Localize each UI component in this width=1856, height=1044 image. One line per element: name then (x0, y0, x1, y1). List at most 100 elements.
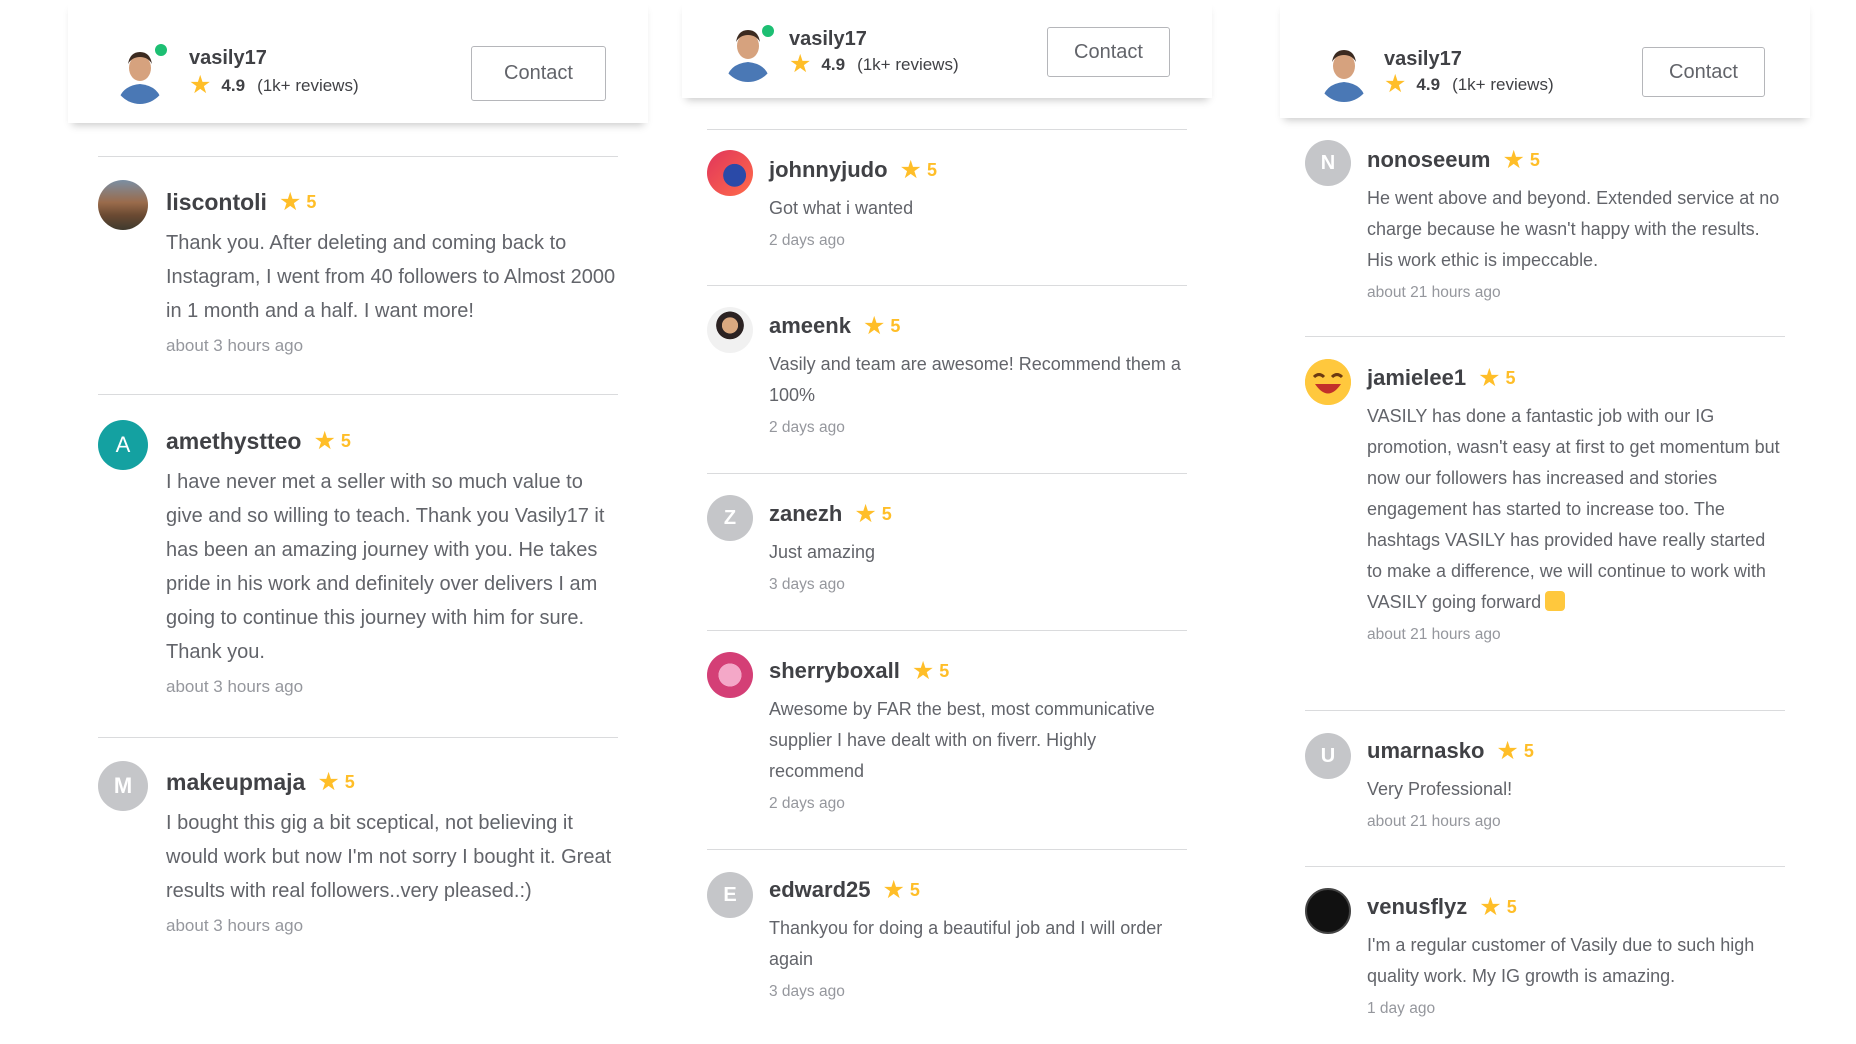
review-body: ameenk ★ 5 Vasily and team are awesome! … (769, 313, 1187, 437)
reviewer-avatar[interactable] (98, 180, 148, 230)
reviewer-avatar[interactable] (707, 652, 753, 698)
star-icon: ★ (313, 427, 336, 455)
contact-button[interactable]: Contact (471, 46, 606, 101)
review-body: amethystteo ★ 5 I have never met a selle… (166, 428, 618, 697)
review-text: Awesome by FAR the best, most communicat… (769, 699, 1155, 781)
review-time: about 3 hours ago (166, 677, 304, 696)
review-time: 2 days ago (769, 795, 845, 812)
seller-rating: ★ 4.9 (1k+ reviews) (1384, 72, 1554, 97)
review-count[interactable]: (1k+ reviews) (857, 55, 959, 75)
reviewer-name[interactable]: johnnyjudo (769, 157, 888, 183)
review-item: liscontoli ★ 5 Thank you. After deleting… (98, 156, 618, 395)
reviewer-name[interactable]: umarnasko (1367, 738, 1484, 764)
reviewer-avatar[interactable]: U (1305, 733, 1351, 779)
avatar-letter: E (723, 883, 737, 906)
review-item: N nonoseeum ★ 5 He went above and beyond… (1305, 118, 1785, 336)
star-icon: ★ (189, 71, 212, 99)
reviewer-avatar[interactable] (707, 307, 753, 353)
review-panel-1: vasily17 ★ 4.9 (1k+ reviews) Contact lis… (68, 0, 648, 1044)
review-body: liscontoli ★ 5 Thank you. After deleting… (166, 189, 618, 356)
review-text: I have never met a seller with so much v… (166, 471, 605, 663)
review-panel-3: vasily17 ★ 4.9 (1k+ reviews) Contact N n… (1280, 0, 1810, 1044)
review-time: 3 days ago (769, 983, 845, 1000)
seller-header: vasily17 ★ 4.9 (1k+ reviews) Contact (68, 0, 648, 123)
review-time: 2 days ago (769, 232, 845, 249)
avatar-letter: N (1320, 151, 1336, 174)
review-item: M makeupmaja ★ 5 I bought this gig a bit… (98, 737, 618, 1008)
star-icon: ★ (862, 311, 886, 340)
review-item: A amethystteo ★ 5 I have never met a sel… (98, 394, 618, 738)
review-count[interactable]: (1k+ reviews) (1452, 75, 1554, 95)
review-count[interactable]: (1k+ reviews) (257, 76, 359, 96)
contact-button[interactable]: Contact (1642, 47, 1765, 97)
reviewer-avatar[interactable] (707, 150, 753, 196)
review-text: I'm a regular customer of Vasily due to … (1367, 935, 1755, 986)
seller-rating: ★ 4.9 (1k+ reviews) (789, 52, 959, 77)
seller-name[interactable]: vasily17 (1384, 48, 1462, 71)
review-body: jamielee1 ★ 5 VASILY has done a fantasti… (1367, 365, 1785, 644)
review-body: edward25 ★ 5 Thankyou for doing a beauti… (769, 877, 1187, 1001)
seller-header: vasily17 ★ 4.9 (1k+ reviews) Contact (1280, 0, 1810, 118)
reviewer-name[interactable]: sherryboxall (769, 658, 900, 684)
online-status-icon (153, 42, 169, 58)
reviewer-name[interactable]: liscontoli (166, 189, 267, 216)
star-icon: ★ (1478, 363, 1501, 392)
review-item: johnnyjudo ★ 5 Got what i wanted 2 days … (707, 129, 1187, 286)
reviewer-avatar[interactable]: A (98, 420, 148, 470)
thumbs-up-emoji (1545, 591, 1566, 611)
review-text: Very Professional! (1367, 779, 1513, 799)
contact-button[interactable]: Contact (1047, 27, 1170, 77)
review-time: 1 day ago (1367, 1000, 1436, 1017)
review-body: makeupmaja ★ 5 I bought this gig a bit s… (166, 769, 618, 936)
review-body: johnnyjudo ★ 5 Got what i wanted 2 days … (769, 157, 1187, 250)
star-icon: ★ (789, 50, 812, 78)
review-stars: 5 (939, 660, 950, 681)
review-stars: 5 (890, 315, 901, 336)
reviewer-avatar[interactable] (1305, 359, 1351, 405)
review-body: zanezh ★ 5 Just amazing 3 days ago (769, 501, 1187, 594)
reviewer-avatar[interactable] (1305, 888, 1351, 934)
reviewer-avatar[interactable]: N (1305, 140, 1351, 186)
review-text: Thank you. After deleting and coming bac… (166, 232, 616, 322)
review-time: about 21 hours ago (1367, 813, 1501, 830)
seller-avatar[interactable] (1316, 42, 1372, 102)
review-time: about 3 hours ago (166, 336, 304, 355)
seller-name[interactable]: vasily17 (189, 47, 267, 70)
reviewer-name[interactable]: nonoseeum (1367, 147, 1490, 173)
reviewer-avatar[interactable]: Z (707, 495, 753, 541)
review-item: U umarnasko ★ 5 Very Professional! about… (1305, 710, 1785, 867)
rating-score: 4.9 (1416, 74, 1441, 94)
review-stars: 5 (881, 503, 892, 524)
reviewer-name[interactable]: venusflyz (1367, 894, 1467, 920)
star-icon: ★ (911, 656, 935, 685)
seller-rating: ★ 4.9 (1k+ reviews) (189, 73, 359, 98)
avatar-letter: M (113, 773, 133, 798)
reviewer-name[interactable]: zanezh (769, 501, 842, 527)
reviewer-avatar[interactable]: E (707, 872, 753, 918)
review-text: VASILY has done a fantastic job with our… (1367, 401, 1785, 618)
review-stars: 5 (306, 192, 317, 212)
reviewer-name[interactable]: amethystteo (166, 428, 301, 455)
review-text: Vasily and team are awesome! Recommend t… (769, 354, 1181, 405)
reviewer-name[interactable]: makeupmaja (166, 769, 305, 796)
star-icon: ★ (1479, 892, 1502, 921)
reviewer-avatar[interactable]: M (98, 761, 148, 811)
review-body: venusflyz ★ 5 I'm a regular customer of … (1367, 894, 1785, 1018)
review-item: E edward25 ★ 5 Thankyou for doing a beau… (707, 849, 1187, 1040)
reviewer-name[interactable]: jamielee1 (1367, 365, 1466, 391)
review-text-content: VASILY has done a fantastic job with our… (1367, 406, 1780, 612)
star-icon: ★ (882, 875, 905, 904)
rating-score: 4.9 (221, 75, 246, 95)
review-text: Got what i wanted (769, 198, 914, 218)
star-icon: ★ (317, 768, 340, 796)
review-item: jamielee1 ★ 5 VASILY has done a fantasti… (1305, 336, 1785, 711)
rating-score: 4.9 (821, 54, 846, 74)
reviewer-name[interactable]: edward25 (769, 877, 871, 903)
review-panel-2: vasily17 ★ 4.9 (1k+ reviews) Contact joh… (682, 0, 1212, 1044)
reviewer-name[interactable]: ameenk (769, 313, 851, 339)
avatar-letter: Z (723, 506, 737, 529)
seller-name[interactable]: vasily17 (789, 28, 867, 51)
star-icon: ★ (1384, 70, 1407, 98)
review-item: Z zanezh ★ 5 Just amazing 3 days ago (707, 473, 1187, 631)
review-stars: 5 (344, 772, 355, 792)
